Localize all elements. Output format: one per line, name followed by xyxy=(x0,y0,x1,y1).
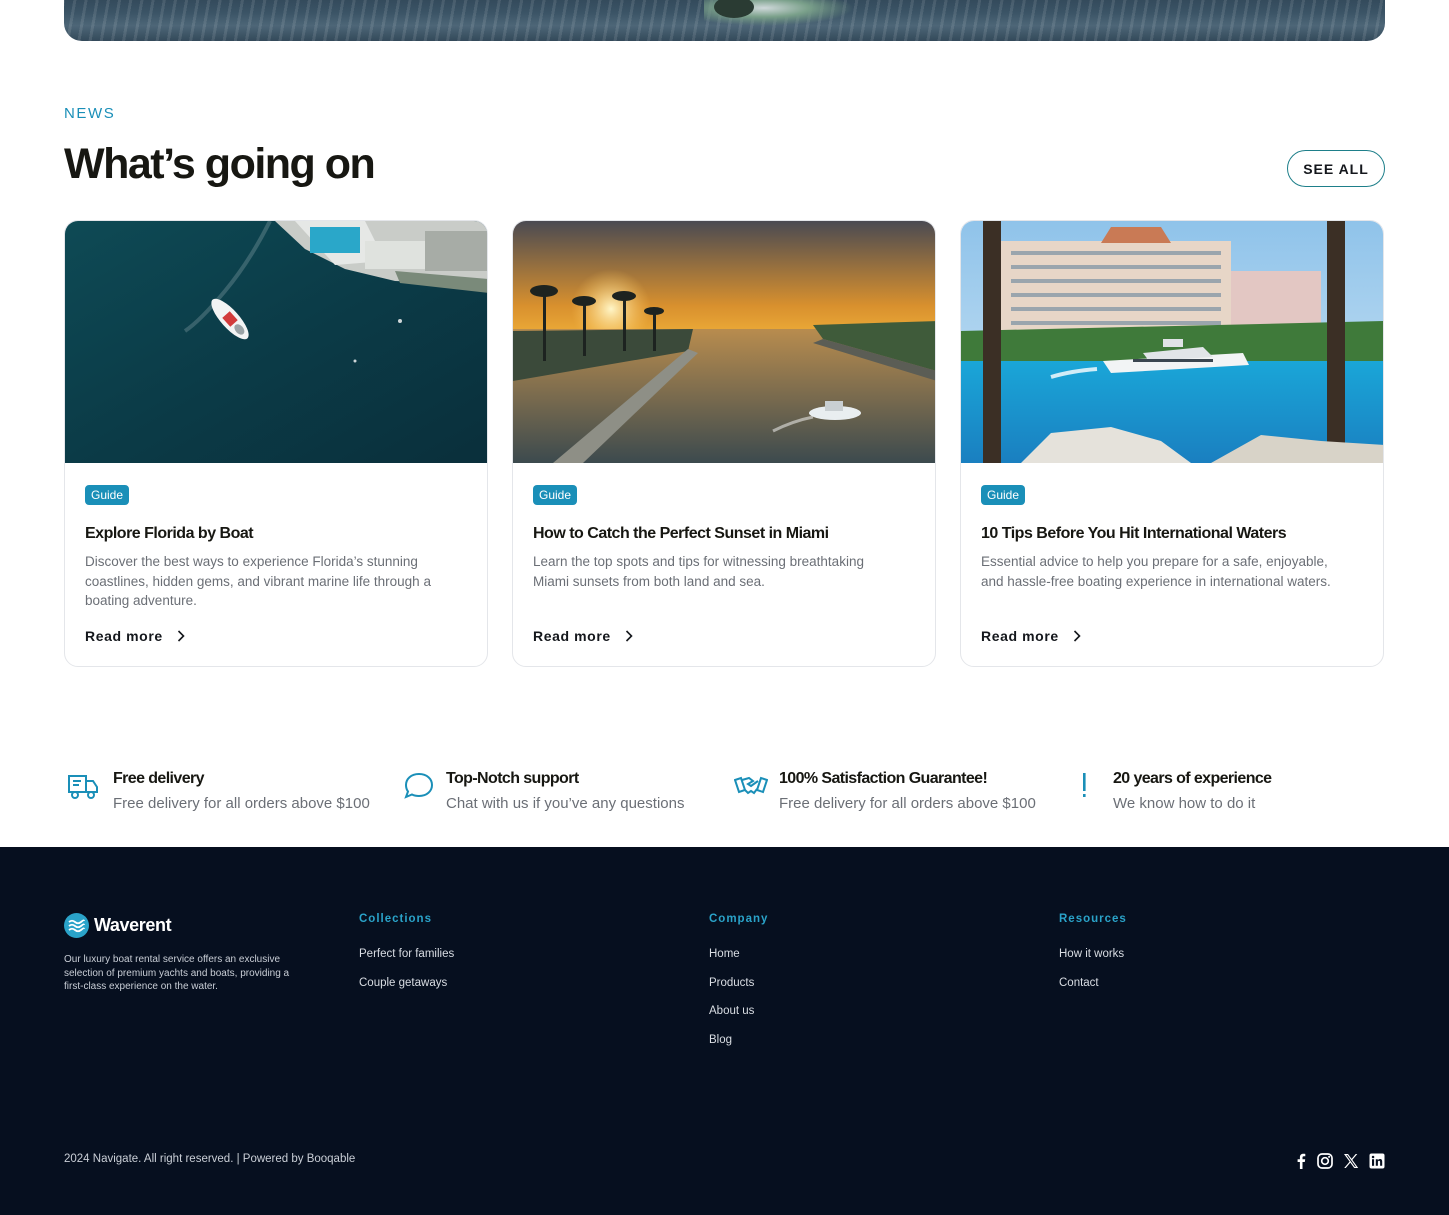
feature-title: 20 years of experience xyxy=(1113,770,1272,787)
footer-link-products[interactable]: Products xyxy=(709,977,754,989)
footer-link-about-us[interactable]: About us xyxy=(709,1005,754,1017)
footer-column-title: Resources xyxy=(1059,913,1127,925)
handshake-icon xyxy=(734,776,768,795)
card-description: Learn the top spots and tips for witness… xyxy=(533,554,864,589)
see-all-button[interactable]: SEE ALL xyxy=(1287,150,1385,187)
feature-free-delivery: Free delivery Free delivery for all orde… xyxy=(66,770,386,816)
x-icon[interactable] xyxy=(1342,1152,1360,1170)
footer-link-perfect-for-families[interactable]: Perfect for families xyxy=(359,948,454,960)
read-more-link[interactable]: Read more xyxy=(981,628,1081,644)
read-more-label: Read more xyxy=(533,628,611,644)
chat-bubble-icon xyxy=(404,772,434,799)
read-more-link[interactable]: Read more xyxy=(533,628,633,644)
wave-logo-icon xyxy=(64,913,89,938)
feature-support: Top-Notch support Chat with us if you’ve… xyxy=(403,770,713,816)
feature-experience: 20 years of experience We know how to do… xyxy=(1070,770,1370,816)
news-card[interactable]: Guide Explore Florida by Boat Discover t… xyxy=(64,220,488,667)
footer-link-blog[interactable]: Blog xyxy=(709,1034,732,1046)
feature-description: Free delivery for all orders above $100 xyxy=(779,795,1036,812)
delivery-truck-icon xyxy=(68,775,98,799)
footer-link-home[interactable]: Home xyxy=(709,948,740,960)
card-description: Discover the best ways to experience Flo… xyxy=(85,554,431,608)
chevron-right-icon xyxy=(177,630,185,642)
feature-description: Chat with us if you’ve any questions xyxy=(446,795,685,812)
card-title[interactable]: 10 Tips Before You Hit International Wat… xyxy=(981,525,1287,543)
feature-description: We know how to do it xyxy=(1113,795,1256,812)
exclamation-icon xyxy=(1083,773,1086,797)
feature-description: Free delivery for all orders above $100 xyxy=(113,795,370,812)
read-more-link[interactable]: Read more xyxy=(85,628,185,644)
news-card[interactable]: Guide 10 Tips Before You Hit Internation… xyxy=(960,220,1384,667)
brand-name: Waverent xyxy=(94,915,172,935)
footer-column-title: Company xyxy=(709,913,769,925)
section-eyebrow: NEWS xyxy=(64,105,116,122)
facebook-icon[interactable] xyxy=(1292,1152,1310,1170)
read-more-label: Read more xyxy=(981,628,1059,644)
card-title[interactable]: Explore Florida by Boat xyxy=(85,525,254,543)
instagram-icon[interactable] xyxy=(1316,1152,1334,1170)
footer-link-contact[interactable]: Contact xyxy=(1059,977,1099,989)
read-more-label: Read more xyxy=(85,628,163,644)
chevron-right-icon xyxy=(625,630,633,642)
feature-title: 100% Satisfaction Guarantee! xyxy=(779,770,988,787)
card-image-sunset-canal[interactable] xyxy=(513,221,935,463)
footer-link-couple-getaways[interactable]: Couple getaways xyxy=(359,977,447,989)
card-title[interactable]: How to Catch the Perfect Sunset in Miami xyxy=(533,525,829,543)
linkedin-icon[interactable] xyxy=(1368,1152,1386,1170)
card-image-aerial-boat[interactable] xyxy=(65,221,487,463)
category-badge: Guide xyxy=(981,485,1026,505)
copyright-text: 2024 Navigate. All right reserved. | Pow… xyxy=(64,1153,356,1165)
news-card[interactable]: Guide How to Catch the Perfect Sunset in… xyxy=(512,220,936,667)
category-badge: Guide xyxy=(533,485,578,505)
footer-logo[interactable]: Waverent xyxy=(64,913,172,938)
category-badge: Guide xyxy=(85,485,130,505)
footer-about-text: Our luxury boat rental service offers an… xyxy=(64,954,290,992)
card-description: Essential advice to help you prepare for… xyxy=(981,554,1331,589)
feature-title: Free delivery xyxy=(113,770,205,787)
feature-guarantee: 100% Satisfaction Guarantee! Free delive… xyxy=(734,770,1054,816)
card-image-yacht-resort[interactable] xyxy=(961,221,1383,463)
chevron-right-icon xyxy=(1073,630,1081,642)
section-title: What’s going on xyxy=(64,140,376,188)
hero-image xyxy=(64,0,1385,41)
footer-link-how-it-works[interactable]: How it works xyxy=(1059,948,1124,960)
footer-column-title: Collections xyxy=(359,913,432,925)
feature-title: Top-Notch support xyxy=(446,770,579,787)
